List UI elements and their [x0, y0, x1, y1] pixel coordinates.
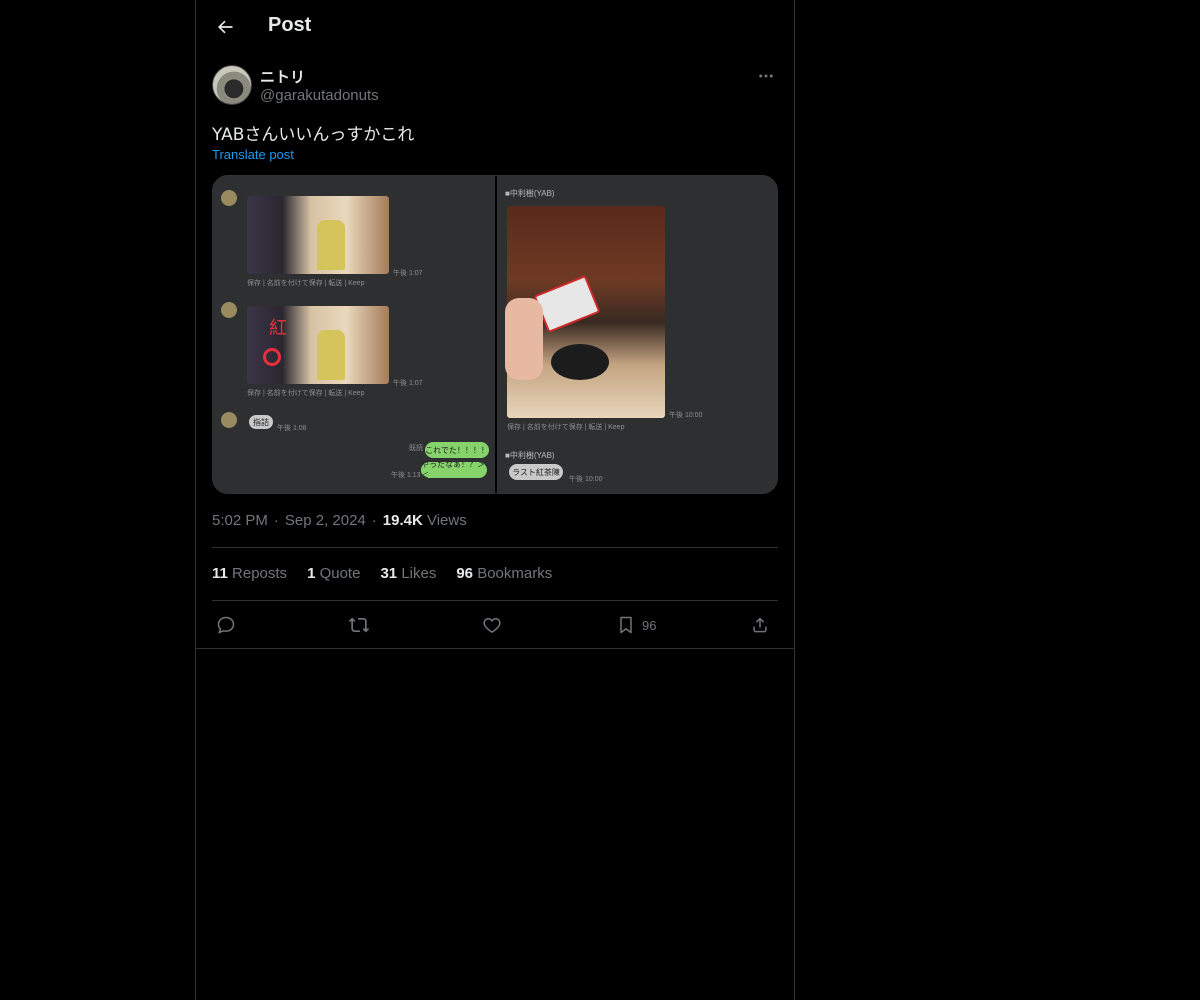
more-button[interactable] [754, 64, 778, 88]
chat-screenshot-left: 午後 1:07 保存 | 名前を付けて保存 | 転送 | Keep 紅 午後 1… [213, 176, 495, 493]
bookmarks-stat[interactable]: 96 Bookmarks [456, 565, 552, 582]
translate-post-link[interactable]: Translate post [212, 147, 294, 162]
like-icon [483, 617, 501, 633]
reposts-stat[interactable]: 11 Reposts [212, 565, 287, 582]
meta-separator: · [273, 512, 279, 529]
avatar[interactable] [212, 65, 252, 105]
timestamp-5: 午後 10:00 [669, 412, 703, 419]
likes-label: Likes [401, 565, 437, 582]
reply-icon [217, 616, 235, 634]
red-circle-annotation [263, 348, 281, 366]
action-bar: 96 [212, 612, 778, 638]
person-figure-2 [317, 330, 345, 380]
sender-name-1: ■中利樹(YAB) [505, 189, 555, 198]
read-label-1: 既読 [409, 445, 423, 452]
author-handle[interactable]: @garakutadonuts [260, 87, 379, 104]
back-arrow-icon [218, 20, 233, 34]
repost-button[interactable] [348, 612, 370, 638]
post-bottom-border [196, 648, 794, 649]
like-button[interactable] [482, 612, 502, 638]
author-display-name[interactable]: ニトリ [260, 66, 305, 87]
quote-label: Quote [319, 565, 361, 582]
post-time[interactable]: 5:02 PM [212, 512, 268, 529]
chat-photo-2 [221, 302, 237, 318]
sender-name-2: ■中利樹(YAB) [505, 451, 555, 460]
timestamp-3: 午後 1:08 [277, 425, 307, 432]
post-header: Post [196, 0, 794, 54]
share-icon [753, 617, 767, 633]
chat-photo-3 [221, 412, 237, 428]
save-options-3: 保存 | 名前を付けて保存 | 転送 | Keep [507, 424, 625, 431]
chat-bubble-green-2: やったなぁ！？＞＜ [421, 460, 487, 480]
post-author: ニトリ @garakutadonuts [212, 64, 778, 108]
bookmark-count: 96 [642, 617, 657, 633]
bookmark-button[interactable]: 96 [616, 612, 656, 638]
bookmarks-count: 96 [456, 565, 474, 582]
save-options-2: 保存 | 名前を付けて保存 | 転送 | Keep [247, 390, 365, 397]
page-title: Post [268, 14, 312, 36]
share-button[interactable] [750, 612, 770, 638]
post-image[interactable]: 午後 1:07 保存 | 名前を付けて保存 | 転送 | Keep 紅 午後 1… [212, 175, 778, 494]
chat-screenshot-right: ■中利樹(YAB) 午後 10:00 保存 | 名前を付けて保存 | 転送 | … [497, 176, 777, 493]
hand [505, 298, 543, 380]
repost-icon [348, 617, 370, 633]
likes-stat[interactable]: 31 Likes [380, 565, 436, 582]
reposts-count: 11 [212, 565, 228, 582]
red-kanji-annotation: 紅 [269, 318, 287, 339]
reposts-label: Reposts [232, 565, 288, 582]
post-stats: 11 Reposts 1 Quote 31 Likes 96 Bookmarks [212, 565, 552, 582]
meta-separator: · [371, 512, 377, 529]
timestamp-4: 午後 1:13 [391, 472, 421, 479]
post-column: Post ニトリ @garakutadonuts YABさんいいんっすかこれ T… [195, 0, 795, 1000]
post-meta: 5:02 PM · Sep 2, 2024 · 19.4K Views [212, 512, 467, 529]
timestamp-1: 午後 1:07 [393, 270, 423, 277]
quote-stat[interactable]: 1 Quote [307, 565, 360, 582]
bookmarks-label: Bookmarks [477, 565, 553, 582]
views-count: 19.4K [382, 512, 423, 529]
timestamp-2: 午後 1:07 [393, 380, 423, 387]
save-options-1: 保存 | 名前を付けて保存 | 転送 | Keep [247, 280, 365, 287]
reply-button[interactable] [216, 612, 236, 638]
back-button[interactable] [210, 12, 240, 42]
more-icon [759, 74, 773, 78]
ashtray [551, 344, 609, 380]
chat-bubble-small: 指詰 [249, 415, 273, 429]
divider-top [212, 547, 778, 548]
chat-bubble-gray: ラスト紅茶陳 [509, 464, 563, 480]
post-text: YABさんいいんっすかこれ [212, 125, 415, 145]
person-figure-1 [317, 220, 345, 270]
chat-photo-1 [221, 190, 237, 206]
bookmark-icon [620, 616, 632, 634]
divider-bottom [212, 600, 778, 601]
post-date[interactable]: Sep 2, 2024 [285, 512, 366, 529]
chat-bubble-green-1: これでた！！！！ [425, 442, 489, 458]
likes-count: 31 [380, 565, 398, 582]
views-label: Views [426, 512, 467, 529]
timestamp-6: 午後 10:00 [569, 476, 603, 483]
quote-count: 1 [307, 565, 316, 582]
